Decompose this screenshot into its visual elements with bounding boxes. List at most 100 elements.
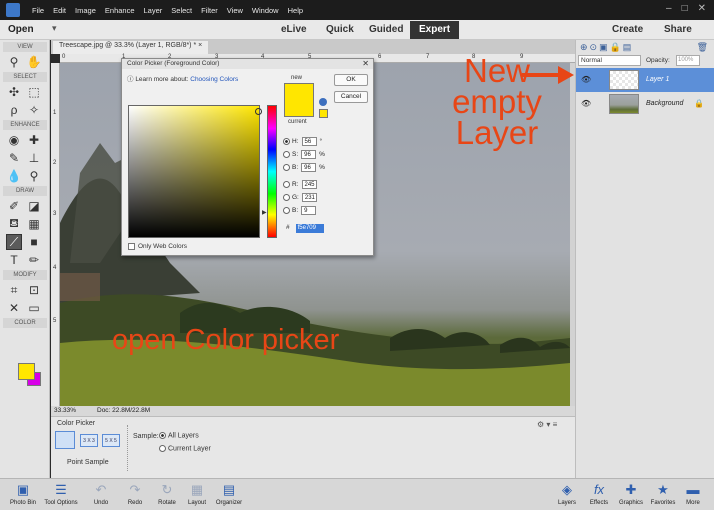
cancel-button[interactable]: Cancel: [334, 91, 368, 103]
checkbox-box[interactable]: [128, 243, 135, 250]
layer-row-layer-1[interactable]: 👁 Layer 1: [576, 68, 714, 92]
hue-radio[interactable]: [283, 137, 290, 145]
dialog-close-icon[interactable]: ✕: [362, 59, 369, 68]
redo-button[interactable]: ↷ Redo: [118, 482, 152, 506]
menu-filter[interactable]: Filter: [201, 6, 218, 15]
mode-quick[interactable]: Quick: [326, 24, 354, 35]
current-color-swatch[interactable]: [284, 100, 314, 117]
hue-slider-arrow-icon[interactable]: ▶: [262, 209, 267, 216]
recompose-tool-icon[interactable]: ⊡: [26, 282, 42, 298]
red-input[interactable]: 245: [301, 180, 317, 189]
marquee-tool-icon[interactable]: ⬚: [26, 84, 42, 100]
pencil-tool-icon[interactable]: ✏: [26, 252, 42, 268]
blue-input[interactable]: 9: [301, 206, 317, 215]
brightness-input[interactable]: 96: [301, 163, 317, 172]
all-layers-radio[interactable]: [159, 432, 166, 439]
current-layer-option[interactable]: Current Layer: [159, 445, 211, 452]
menu-edit[interactable]: Edit: [53, 6, 66, 15]
favorites-button[interactable]: ★ Favorites: [646, 482, 680, 506]
visibility-eye-icon[interactable]: 👁: [581, 75, 591, 84]
gradient-tool-icon[interactable]: ▦: [26, 216, 42, 232]
create-button[interactable]: Create: [612, 24, 643, 35]
zoom-tool-icon[interactable]: ⚲: [6, 54, 22, 70]
red-radio[interactable]: [283, 180, 290, 188]
opacity-input[interactable]: 100%: [676, 55, 700, 66]
blue-radio[interactable]: [283, 206, 290, 214]
straighten-tool-icon[interactable]: ▭: [26, 300, 42, 316]
gamut-warning-icon[interactable]: [319, 98, 327, 106]
crop-tool-icon[interactable]: ⌗: [6, 282, 22, 298]
layer-panel-toolbar-icons[interactable]: ⊕⊙▣🔒▤: [580, 42, 633, 53]
move-tool-icon[interactable]: ✣: [6, 84, 22, 100]
effects-button[interactable]: fx Effects: [582, 482, 616, 506]
quick-selection-tool-icon[interactable]: ✧: [26, 102, 42, 118]
saturation-input[interactable]: 96: [301, 150, 317, 159]
open-button[interactable]: Open: [8, 24, 34, 35]
sample-3x3-button[interactable]: 3 X 3: [80, 434, 98, 447]
paint-bucket-tool-icon[interactable]: ⛾: [6, 216, 22, 232]
eyedropper-tool-icon[interactable]: ⟋: [6, 234, 22, 250]
trash-icon[interactable]: 🗑: [697, 42, 708, 53]
menu-view[interactable]: View: [227, 6, 243, 15]
visibility-eye-icon[interactable]: 👁: [581, 99, 591, 108]
choosing-colors-link[interactable]: Choosing Colors: [190, 76, 238, 83]
color-field[interactable]: [128, 105, 262, 238]
green-radio[interactable]: [283, 193, 290, 201]
point-sample-button[interactable]: [55, 431, 75, 449]
menu-file[interactable]: File: [32, 6, 44, 15]
document-tab[interactable]: Treescape.jpg @ 33.3% (Layer 1, RGB/8*) …: [53, 41, 209, 54]
foreground-color-swatch[interactable]: [18, 363, 35, 380]
brush-tool-icon[interactable]: ✐: [6, 198, 22, 214]
close-window-button[interactable]: ✕: [698, 3, 706, 14]
menu-help[interactable]: Help: [288, 6, 303, 15]
graphics-button[interactable]: ✚ Graphics: [614, 482, 648, 506]
menu-enhance[interactable]: Enhance: [105, 6, 135, 15]
more-button[interactable]: ▬ More: [676, 482, 710, 506]
lasso-tool-icon[interactable]: ρ: [6, 102, 22, 118]
spot-healing-tool-icon[interactable]: ✚: [26, 132, 42, 148]
menu-window[interactable]: Window: [252, 6, 279, 15]
blend-mode-select[interactable]: Normal: [578, 55, 641, 66]
shape-tool-icon[interactable]: ■: [26, 234, 42, 250]
hex-input[interactable]: f5e709: [295, 224, 324, 233]
maximize-button[interactable]: □: [682, 3, 688, 14]
minimize-button[interactable]: –: [666, 3, 672, 14]
clone-stamp-tool-icon[interactable]: ⊥: [26, 150, 42, 166]
share-button[interactable]: Share: [664, 24, 692, 35]
menu-select[interactable]: Select: [171, 6, 192, 15]
only-web-colors-checkbox[interactable]: Only Web Colors: [128, 243, 187, 250]
hand-tool-icon[interactable]: ✋: [26, 54, 42, 70]
mode-guided[interactable]: Guided: [369, 24, 403, 35]
sample-5x5-button[interactable]: 5 X 5: [102, 434, 120, 447]
color-field-marker[interactable]: [255, 108, 262, 115]
options-help-icon[interactable]: ⚙ ▾ ≡: [537, 420, 557, 429]
hue-input[interactable]: 56: [301, 137, 317, 146]
type-tool-icon[interactable]: T: [6, 252, 22, 268]
green-input[interactable]: 231: [301, 193, 317, 202]
red-eye-tool-icon[interactable]: ◉: [6, 132, 22, 148]
sponge-tool-icon[interactable]: ⚲: [26, 168, 42, 184]
mode-elive[interactable]: eLive: [281, 24, 307, 35]
rotate-button[interactable]: ↻ Rotate: [150, 482, 184, 506]
undo-button[interactable]: ↶ Undo: [84, 482, 118, 506]
layer-row-background[interactable]: 👁 Background 🔒: [576, 92, 714, 116]
ok-button[interactable]: OK: [334, 74, 368, 86]
open-dropdown-icon[interactable]: ▾: [52, 23, 57, 34]
layout-button[interactable]: ▦ Layout: [180, 482, 214, 506]
all-layers-option[interactable]: All Layers: [159, 432, 199, 439]
layers-button[interactable]: ◈ Layers: [550, 482, 584, 506]
content-aware-move-tool-icon[interactable]: ✕: [6, 300, 22, 316]
menu-image[interactable]: Image: [75, 6, 96, 15]
gamut-warning-swatch[interactable]: [319, 109, 328, 118]
mode-expert[interactable]: Expert: [410, 21, 460, 39]
lock-icon[interactable]: 🔒: [694, 99, 704, 108]
organizer-button[interactable]: ▤ Organizer: [212, 482, 246, 506]
current-layer-radio[interactable]: [159, 445, 166, 452]
saturation-radio[interactable]: [283, 150, 290, 158]
tool-options-button[interactable]: ☰ Tool Options: [44, 482, 78, 506]
eraser-tool-icon[interactable]: ◪: [26, 198, 42, 214]
hue-slider[interactable]: [267, 105, 277, 238]
photo-bin-button[interactable]: ▣ Photo Bin: [6, 482, 40, 506]
smart-brush-tool-icon[interactable]: ✎: [6, 150, 22, 166]
blur-tool-icon[interactable]: 💧: [6, 168, 22, 184]
